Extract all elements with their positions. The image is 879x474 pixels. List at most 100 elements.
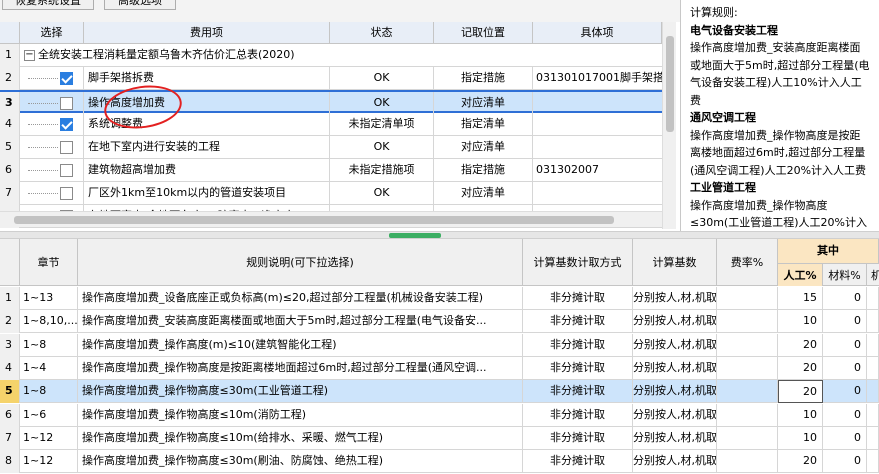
material-percent-cell[interactable]: 0 <box>823 380 867 404</box>
rate-cell[interactable] <box>717 287 778 310</box>
labor-percent-cell[interactable]: 20 <box>778 450 823 474</box>
material-percent-cell[interactable]: 0 <box>823 287 867 310</box>
location-cell[interactable]: 指定清单 <box>434 113 533 136</box>
chapter-cell[interactable]: 1~8 <box>20 333 78 357</box>
advanced-options-button[interactable]: 高级选项 <box>104 0 176 10</box>
chapter-cell[interactable]: 1~13 <box>20 287 78 310</box>
material-percent-cell[interactable]: 0 <box>823 333 867 357</box>
rule-cell[interactable]: 操作高度增加费_安装高度距离楼面或地面大于5m时,超过部分工程量(电气设备安..… <box>78 310 523 334</box>
method-cell[interactable]: 非分摊计取 <box>523 426 633 450</box>
rule-row[interactable]: 8 1~12 操作高度增加费_操作物高度≤30m(刷油、防腐蚀、绝热工程) 非分摊计取… <box>0 450 879 474</box>
base-cell[interactable]: 分别按人,材,机取费 <box>633 310 717 334</box>
method-cell[interactable]: 非分摊计取 <box>523 333 633 357</box>
method-cell[interactable]: 非分摊计取 <box>523 310 633 334</box>
select-cell[interactable] <box>20 67 84 90</box>
rule-row[interactable]: 4 1~4 操作高度增加费_操作物高度是按距离楼地面超过6m时,超过部分工程量(通风… <box>0 356 879 380</box>
location-cell[interactable]: 对应清单 <box>434 182 533 205</box>
labor-percent-cell[interactable]: 20 <box>778 333 823 357</box>
labor-percent-cell[interactable]: 10 <box>778 403 823 427</box>
splitter-grip[interactable] <box>389 233 441 238</box>
base-cell[interactable]: 分别按人,材,机取费 <box>633 403 717 427</box>
method-cell[interactable]: 非分摊计取 <box>523 450 633 474</box>
method-cell[interactable]: 非分摊计取 <box>523 287 633 310</box>
material-percent-cell[interactable]: 0 <box>823 310 867 334</box>
select-cell[interactable] <box>20 159 84 182</box>
location-cell[interactable]: 指定措施 <box>434 67 533 90</box>
detail-cell[interactable] <box>533 92 662 115</box>
material-percent-cell[interactable]: 0 <box>823 426 867 450</box>
rate-cell[interactable] <box>717 310 778 334</box>
machine-percent-cell[interactable] <box>867 287 879 310</box>
rule-row[interactable]: 1 1~13 操作高度增加费_设备底座正或负标高(m)≤20,超过部分工程量(机械设… <box>0 287 879 310</box>
chapter-cell[interactable]: 1~6 <box>20 403 78 427</box>
material-percent-cell[interactable]: 0 <box>823 403 867 427</box>
machine-percent-cell[interactable] <box>867 356 879 380</box>
rule-row[interactable]: 3 1~8 操作高度增加费_操作高度(m)≤10(建筑智能化工程) 非分摊计取 分别按人… <box>0 333 879 357</box>
rule-cell[interactable]: 操作高度增加费_操作物高度是按距离楼地面超过6m时,超过部分工程量(通风空调..… <box>78 356 523 380</box>
rule-cell[interactable]: 操作高度增加费_操作物高度≤30m(刷油、防腐蚀、绝热工程) <box>78 450 523 474</box>
base-cell[interactable]: 分别按人,材,机取费 <box>633 333 717 357</box>
rule-row[interactable]: 5 1~8 操作高度增加费_操作物高度≤30m(工业管道工程) 非分摊计取 分别按人,材… <box>0 380 879 404</box>
select-cell[interactable] <box>20 182 84 205</box>
upper-horizontal-scrollbar[interactable] <box>0 211 662 227</box>
select-cell[interactable] <box>20 136 84 159</box>
chapter-cell[interactable]: 1~12 <box>20 450 78 474</box>
select-checkbox[interactable] <box>60 187 73 200</box>
method-cell[interactable]: 非分摊计取 <box>523 356 633 380</box>
group-row[interactable]: 1 − 全统安装工程消耗量定额乌鲁木齐估价汇总表(2020) <box>0 44 662 67</box>
chapter-cell[interactable]: 1~12 <box>20 426 78 450</box>
fee-item-row[interactable]: 3 操作高度增加费 OK 对应清单 <box>0 90 662 115</box>
chapter-cell[interactable]: 1~8,10,... <box>20 310 78 334</box>
fee-item-row[interactable]: 5 在地下室内进行安装的工程 OK 对应清单 <box>0 136 662 159</box>
rule-cell[interactable]: 操作高度增加费_操作物高度≤10m(消防工程) <box>78 403 523 427</box>
labor-percent-cell[interactable]: 20 <box>778 380 823 404</box>
detail-cell[interactable]: 031301017001脚手架搭拆 <box>533 67 662 90</box>
fee-item-row[interactable]: 4 系统调整费 未指定清单项 指定清单 <box>0 113 662 136</box>
rate-cell[interactable] <box>717 450 778 474</box>
base-cell[interactable]: 分别按人,材,机取费 <box>633 287 717 310</box>
machine-percent-cell[interactable] <box>867 310 879 334</box>
detail-cell[interactable] <box>533 113 662 136</box>
location-cell[interactable]: 对应清单 <box>434 136 533 159</box>
detail-cell[interactable] <box>533 182 662 205</box>
collapse-icon[interactable]: − <box>24 49 35 61</box>
rate-cell[interactable] <box>717 426 778 450</box>
rule-row[interactable]: 2 1~8,10,... 操作高度增加费_安装高度距离楼面或地面大于5m时,超过部分… <box>0 310 879 334</box>
rate-cell[interactable] <box>717 380 778 404</box>
rule-row[interactable]: 7 1~12 操作高度增加费_操作物高度≤10m(给排水、采暖、燃气工程) 非分摊计取… <box>0 426 879 450</box>
fee-item-row[interactable]: 6 建筑物超高增加费 未指定措施项 指定措施 031302007 <box>0 159 662 182</box>
select-checkbox[interactable] <box>60 164 73 177</box>
detail-cell[interactable] <box>533 136 662 159</box>
material-percent-cell[interactable]: 0 <box>823 450 867 474</box>
rule-cell[interactable]: 操作高度增加费_操作物高度≤30m(工业管道工程) <box>78 380 523 404</box>
select-checkbox[interactable] <box>60 118 73 131</box>
select-cell[interactable] <box>20 113 84 136</box>
rate-cell[interactable] <box>717 333 778 357</box>
base-cell[interactable]: 分别按人,材,机取费 <box>633 450 717 474</box>
base-cell[interactable]: 分别按人,材,机取费 <box>633 426 717 450</box>
location-cell[interactable]: 对应清单 <box>434 92 533 115</box>
chapter-cell[interactable]: 1~8 <box>20 380 78 404</box>
chapter-cell[interactable]: 1~4 <box>20 356 78 380</box>
select-cell[interactable] <box>20 92 84 115</box>
select-checkbox[interactable] <box>60 97 73 110</box>
rule-cell[interactable]: 操作高度增加费_操作高度(m)≤10(建筑智能化工程) <box>78 333 523 357</box>
scroll-thumb[interactable] <box>14 216 614 224</box>
base-cell[interactable]: 分别按人,材,机取费 <box>633 356 717 380</box>
machine-percent-cell[interactable] <box>867 403 879 427</box>
labor-percent-cell[interactable]: 20 <box>778 356 823 380</box>
machine-percent-cell[interactable] <box>867 426 879 450</box>
fee-item-row[interactable]: 7 厂区外1km至10km以内的管道安装项目 OK 对应清单 <box>0 182 662 205</box>
select-checkbox[interactable] <box>60 72 73 85</box>
rule-cell[interactable]: 操作高度增加费_设备底座正或负标高(m)≤20,超过部分工程量(机械设备安装工程… <box>78 287 523 310</box>
detail-cell[interactable]: 031302007 <box>533 159 662 182</box>
machine-percent-cell[interactable] <box>867 450 879 474</box>
method-cell[interactable]: 非分摊计取 <box>523 403 633 427</box>
labor-percent-cell[interactable]: 10 <box>778 426 823 450</box>
rule-cell[interactable]: 操作高度增加费_操作物高度≤10m(给排水、采暖、燃气工程) <box>78 426 523 450</box>
rate-cell[interactable] <box>717 356 778 380</box>
upper-vertical-scrollbar[interactable] <box>662 22 676 229</box>
method-cell[interactable]: 非分摊计取 <box>523 380 633 404</box>
machine-percent-cell[interactable] <box>867 333 879 357</box>
material-percent-cell[interactable]: 0 <box>823 356 867 380</box>
